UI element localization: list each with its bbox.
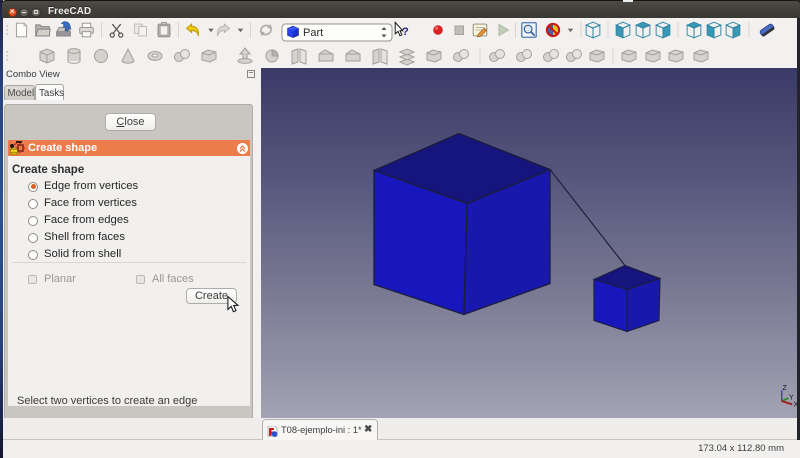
svg-text:Y: Y (789, 395, 794, 402)
svg-text:?: ? (402, 26, 409, 38)
svg-text:Part: Part (303, 27, 323, 39)
svg-text:Z: Z (783, 385, 788, 392)
svg-text:X: X (794, 402, 798, 409)
